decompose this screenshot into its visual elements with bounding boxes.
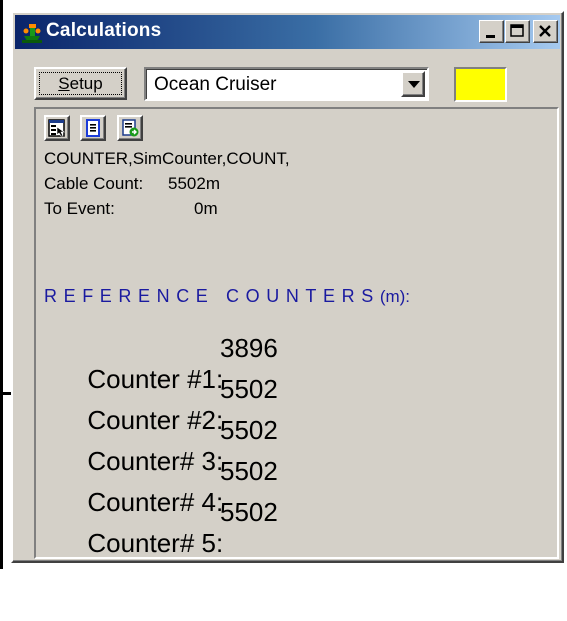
calculations-panel: COUNTER,SimCounter,COUNT, Cable Count: 5… <box>34 107 559 559</box>
setup-button-label: Setup <box>39 72 122 95</box>
minimize-button[interactable] <box>479 20 504 43</box>
calculations-window: Calculations Setup Ocean Cruiser COUNTER… <box>11 11 564 563</box>
document-icon <box>86 119 100 137</box>
title-bar[interactable]: Calculations <box>15 15 560 49</box>
export-icon <box>122 119 139 137</box>
background-line-top <box>0 0 567 11</box>
vessel-select-dropdown-button[interactable] <box>401 71 425 97</box>
vessel-select-value: Ocean Cruiser <box>154 74 277 95</box>
to-event-value: 0m <box>194 199 218 218</box>
close-icon <box>539 25 551 37</box>
maximize-icon <box>510 24 524 37</box>
minimize-icon <box>486 35 495 38</box>
reference-counters-heading: REFERENCE COUNTERS(m): <box>44 286 410 307</box>
counter-label: Counter# 5: <box>87 528 224 558</box>
properties-icon <box>48 119 65 137</box>
properties-button[interactable] <box>44 115 70 141</box>
window-title: Calculations <box>46 20 162 41</box>
cable-count-value: 5502m <box>168 174 220 193</box>
reference-counters-title: REFERENCE COUNTERS <box>44 286 380 306</box>
close-button[interactable] <box>533 20 558 43</box>
chevron-down-icon <box>408 81 420 88</box>
setup-button[interactable]: Setup <box>34 67 127 100</box>
counter-source-text: COUNTER,SimCounter,COUNT, <box>44 149 290 168</box>
to-event-label: To Event: <box>44 199 115 218</box>
counter-value: 3896 <box>220 333 278 363</box>
counter-value: 5502 <box>220 456 278 486</box>
reference-counters-unit: (m): <box>379 287 411 306</box>
status-color-indicator[interactable] <box>454 67 507 102</box>
export-button[interactable] <box>117 115 143 141</box>
background-line-left <box>0 0 3 569</box>
counter-row-5: Counter# 5: 5502 <box>44 497 278 621</box>
vessel-select[interactable]: Ocean Cruiser <box>144 67 429 101</box>
maximize-button[interactable] <box>505 20 530 43</box>
background-divider-mark <box>0 392 11 395</box>
document-button[interactable] <box>80 115 106 141</box>
counter-value: 5502 <box>220 497 278 527</box>
ship-app-icon <box>22 24 42 43</box>
cable-count-label: Cable Count: <box>44 174 144 193</box>
counter-value: 5502 <box>220 374 278 404</box>
counter-value: 5502 <box>220 415 278 445</box>
